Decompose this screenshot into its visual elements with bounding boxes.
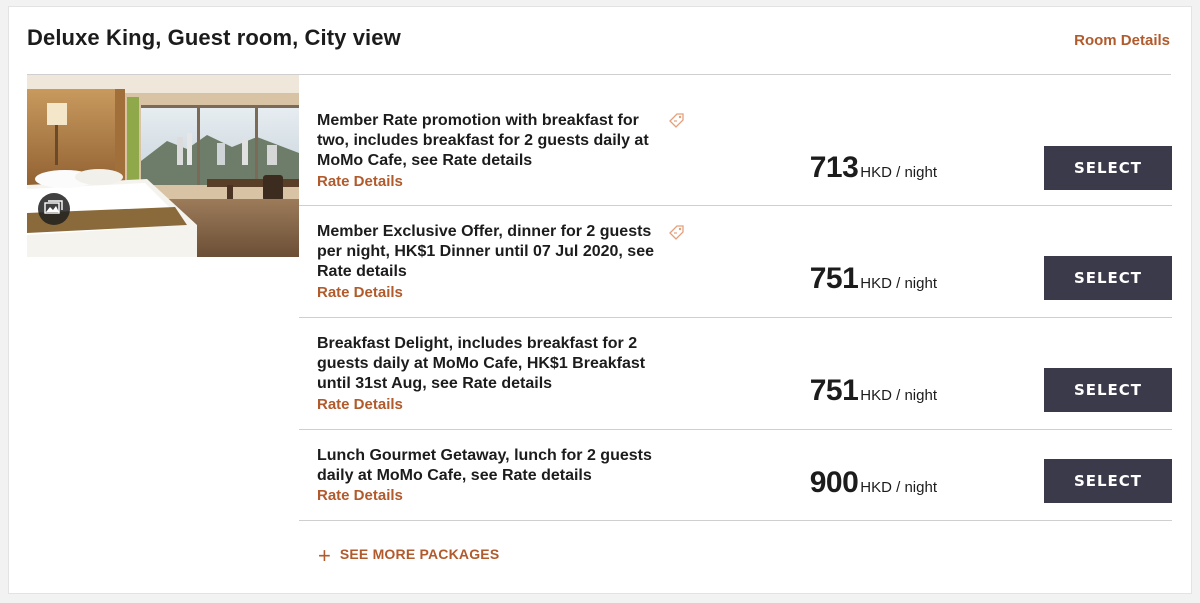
room-card: Deluxe King, Guest room, City view Room … <box>8 6 1192 594</box>
rate-details-link[interactable]: Rate Details <box>317 284 403 301</box>
select-button[interactable]: SELECT <box>1044 256 1172 300</box>
room-title: Deluxe King, Guest room, City view <box>27 25 401 50</box>
rate-description: Breakfast Delight, includes breakfast fo… <box>317 335 646 392</box>
price-amount: 751 <box>809 374 859 407</box>
rate-details-link[interactable]: Rate Details <box>317 173 403 190</box>
select-button[interactable]: SELECT <box>1044 459 1172 503</box>
rate-price: 751 HKD / night <box>810 374 937 408</box>
rate-list: Member Rate promotion with breakfast for… <box>299 75 1172 521</box>
rate-description: Member Exclusive Offer, dinner for 2 gue… <box>317 223 654 280</box>
rate-details-link[interactable]: Rate Details <box>317 487 403 504</box>
rate-row: Member Rate promotion with breakfast for… <box>299 75 1172 206</box>
rate-price: 751 HKD / night <box>810 262 937 296</box>
gallery-icon <box>38 193 70 225</box>
select-button[interactable]: SELECT <box>1044 146 1172 190</box>
price-unit: HKD / night <box>860 164 937 181</box>
rate-description: Lunch Gourmet Getaway, lunch for 2 guest… <box>317 447 652 484</box>
rate-row: Breakfast Delight, includes breakfast fo… <box>299 318 1172 430</box>
room-photo[interactable] <box>27 75 299 257</box>
room-details-link[interactable]: Room Details <box>1074 32 1170 49</box>
rate-price: 900 HKD / night <box>810 466 937 500</box>
see-more-label: SEE MORE PACKAGES <box>339 546 500 562</box>
rate-row: Member Exclusive Offer, dinner for 2 gue… <box>299 206 1172 318</box>
rate-row: Lunch Gourmet Getaway, lunch for 2 guest… <box>299 430 1172 521</box>
price-unit: HKD / night <box>860 387 937 404</box>
price-unit: HKD / night <box>860 479 937 496</box>
rate-details-link[interactable]: Rate Details <box>317 396 403 413</box>
see-more-packages-button[interactable]: + SEE MORE PACKAGES <box>318 543 500 568</box>
price-amount: 713 <box>809 151 859 184</box>
select-button[interactable]: SELECT <box>1044 368 1172 412</box>
price-unit: HKD / night <box>860 275 937 292</box>
price-amount: 900 <box>809 466 859 499</box>
rate-description: Member Rate promotion with breakfast for… <box>317 112 649 169</box>
offer-tag-icon[interactable] <box>668 224 686 242</box>
price-amount: 751 <box>809 262 859 295</box>
offer-tag-icon[interactable] <box>668 112 686 130</box>
rate-price: 713 HKD / night <box>810 151 937 185</box>
plus-icon: + <box>318 543 331 568</box>
